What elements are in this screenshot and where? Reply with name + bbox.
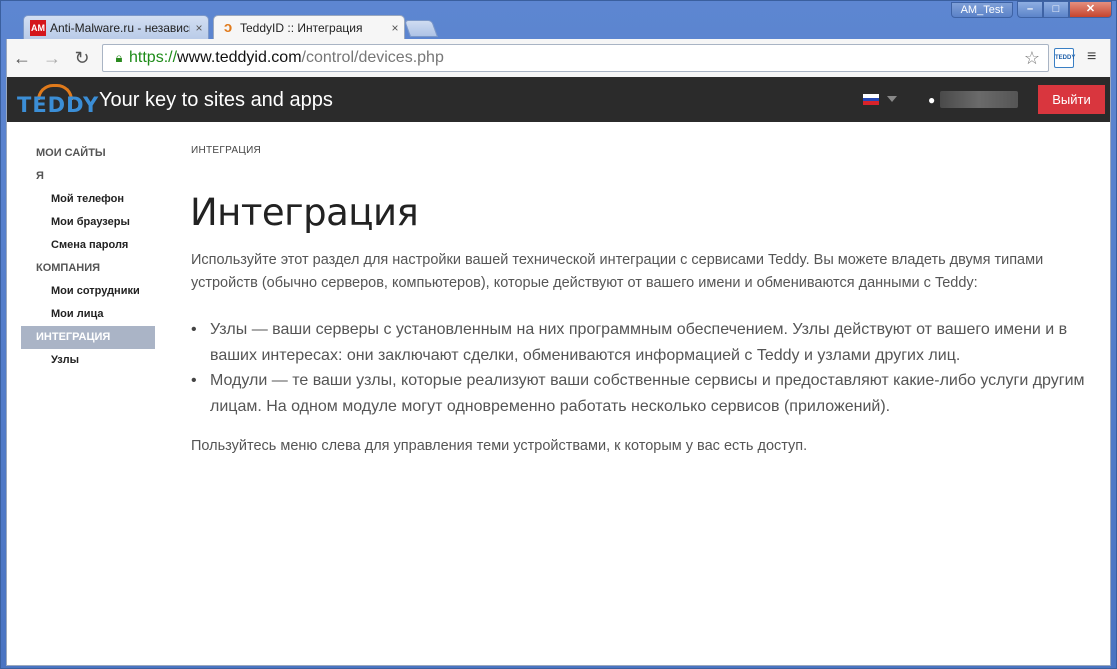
tab-anti-malware[interactable]: AM Anti-Malware.ru - независим × [23,15,209,39]
site-tagline: Your key to sites and apps [99,89,333,111]
list-item: Модули — те ваши узлы, которые реализуют… [191,368,1091,419]
sidebar-item-company[interactable]: КОМПАНИЯ [21,257,155,280]
username-redacted[interactable] [940,91,1018,108]
tab-close-icon[interactable]: × [386,21,404,35]
site-header: TEDDY Your key to sites and apps ● Выйти [7,77,1110,122]
sidebar-item-my-phone[interactable]: Мой телефон [21,188,155,211]
user-icon: ● [928,93,936,107]
sidebar-item-integration[interactable]: ИНТЕГРАЦИЯ [21,326,155,349]
sidebar-item-my-persons[interactable]: Мои лица [21,303,155,326]
intro-paragraph: Используйте этот раздел для настройки ва… [191,252,1044,291]
url-path: /control/devices.php [301,49,444,66]
reload-icon[interactable]: ↻ [71,47,93,69]
russian-flag-icon[interactable] [863,94,879,106]
sidebar-item-me[interactable]: Я [21,165,155,188]
tab-title: Anti-Malware.ru - независим [50,20,190,35]
forward-arrow-icon[interactable]: → [41,47,63,69]
url-scheme: https:// [129,49,178,66]
list-item: Узлы — ваши серверы с установленным на н… [191,317,1091,368]
device-types-list: Узлы — ваши серверы с установленным на н… [191,317,1091,419]
sidebar-item-nodes[interactable]: Узлы [21,349,155,372]
tab-title: TeddyID :: Интеграция [240,20,363,35]
language-dropdown-caret-icon[interactable] [887,96,897,102]
maximize-button[interactable]: □ [1043,1,1069,18]
page-content: TEDDY Your key to sites and apps ● Выйти… [6,77,1111,666]
new-tab-button[interactable] [403,20,439,37]
teddy-extension-icon[interactable]: TEDDY [1054,48,1075,68]
sidebar-nav: МОИ САЙТЫ Я Мой телефон Мои браузеры Сме… [21,142,155,372]
title-bar: AM Anti-Malware.ru - независим × ↄ Teddy… [1,1,1116,39]
close-window-button[interactable]: ✕ [1069,1,1112,18]
bookmark-star-icon[interactable]: ☆ [1024,48,1040,69]
sidebar-item-my-sites[interactable]: МОИ САЙТЫ [21,142,155,165]
url-host: www.teddyid.com [177,49,302,66]
lock-icon: 🔒︎ [115,50,123,65]
browser-menu-icon[interactable]: ≡ [1087,48,1096,66]
sidebar-item-change-password[interactable]: Смена пароля [21,234,155,257]
window-controls: – □ ✕ [1017,1,1112,18]
anti-malware-favicon-icon: AM [30,19,46,36]
teddy-logo[interactable]: TEDDY [17,84,98,117]
back-arrow-icon[interactable]: ← [11,47,33,69]
teddy-favicon-icon: ↄ [223,19,233,36]
address-bar[interactable]: 🔒︎ https://www.teddyid.com/control/devic… [102,44,1049,72]
logout-button[interactable]: Выйти [1038,85,1105,114]
sidebar-item-my-browsers[interactable]: Мои браузеры [21,211,155,234]
tab-close-icon[interactable]: × [190,21,208,35]
tab-teddyid[interactable]: ↄ TeddyID :: Интеграция × [213,15,405,39]
outro-paragraph: Пользуйтесь меню слева для управления те… [191,438,808,454]
browser-window: AM Anti-Malware.ru - независим × ↄ Teddy… [0,0,1117,669]
logo-text: TEDDY [17,93,100,117]
sidebar-item-my-employees[interactable]: Мои сотрудники [21,280,155,303]
page-title: Интеграция [190,191,419,234]
profile-badge[interactable]: AM_Test [951,2,1013,18]
breadcrumb: ИНТЕГРАЦИЯ [191,145,262,156]
browser-toolbar: ← → ↻ 🔒︎ https://www.teddyid.com/control… [6,39,1111,77]
minimize-button[interactable]: – [1017,1,1043,18]
